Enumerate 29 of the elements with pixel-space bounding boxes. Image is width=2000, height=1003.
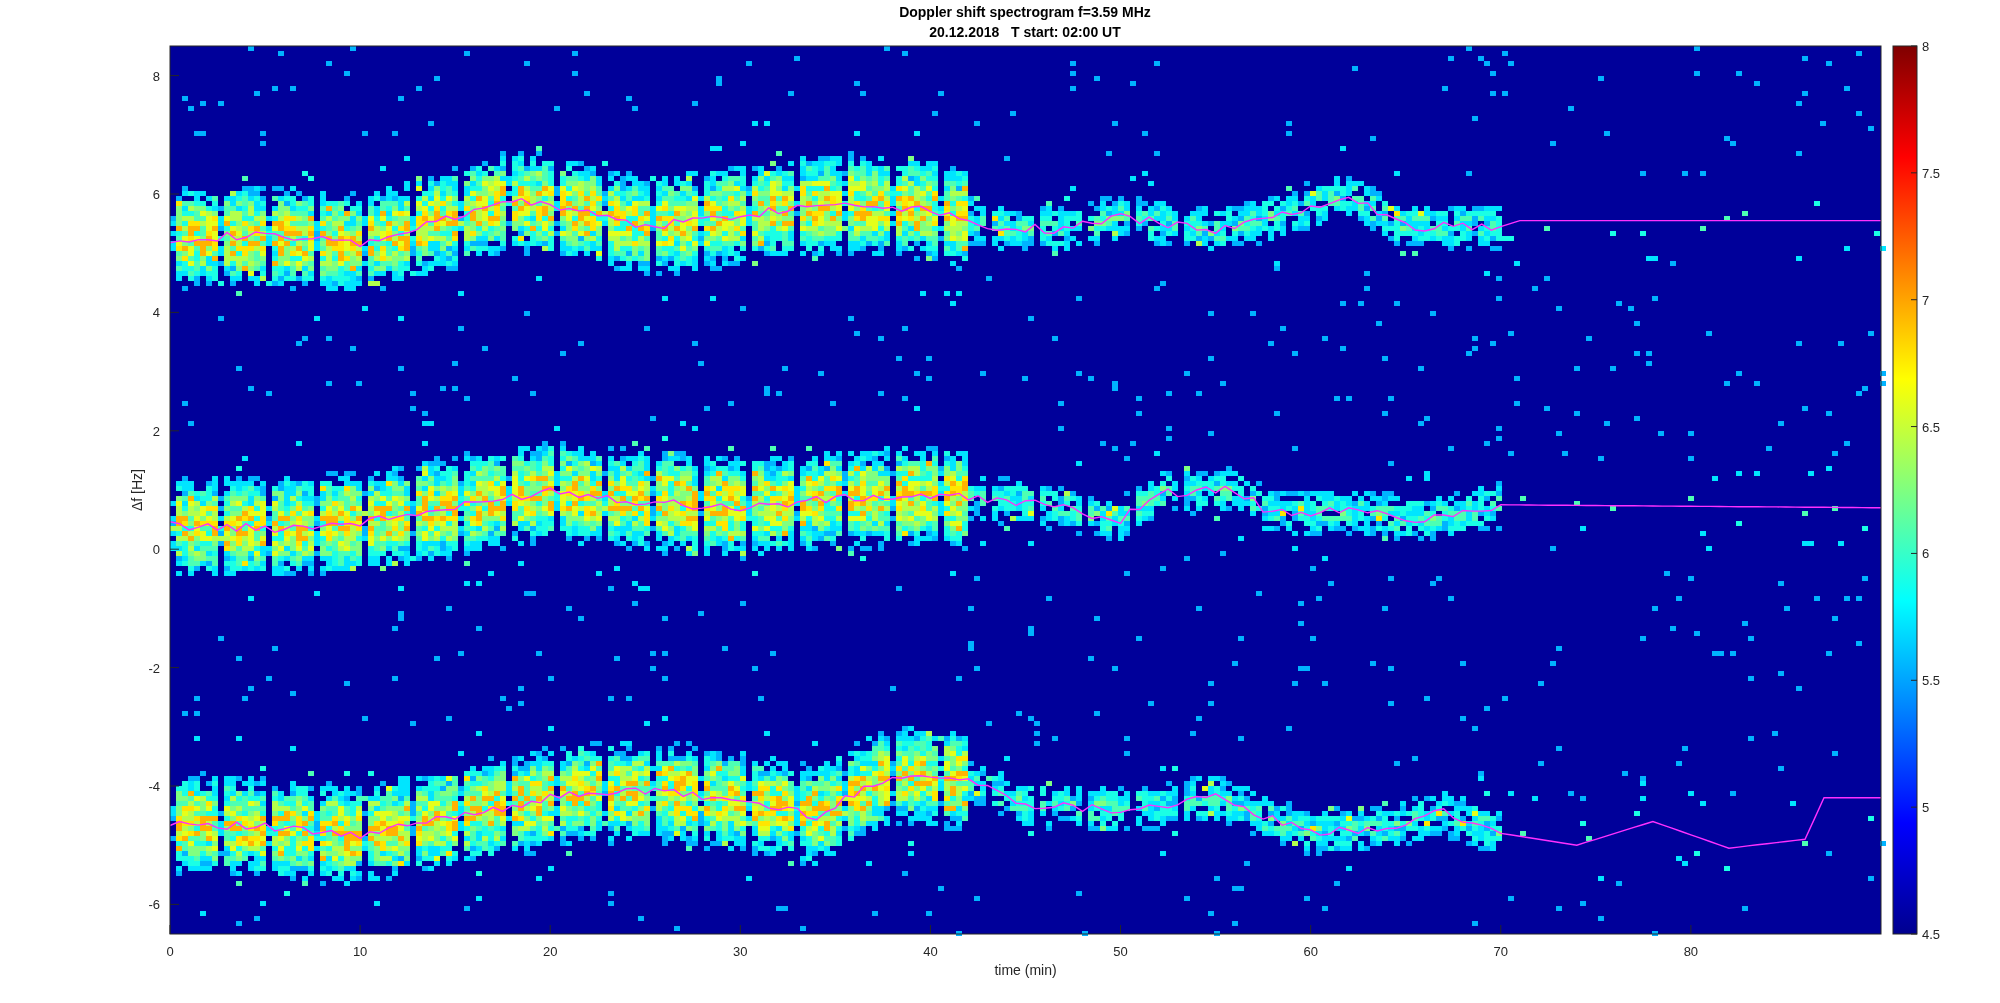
axis-label: Δf [Hz] <box>129 469 145 511</box>
axis-tick-label: 40 <box>923 944 938 959</box>
axis-tick-label: 10 <box>352 944 368 959</box>
axis-tick-label: 8 <box>152 68 160 84</box>
axis-label: time (min) <box>994 962 1057 978</box>
axis-tick-label: 0 <box>152 542 160 558</box>
axis-tick-label: 50 <box>1113 944 1128 959</box>
colorbar-tick-label: 5.5 <box>1922 673 1941 689</box>
colorbar-tick-label: 5 <box>1922 800 1930 816</box>
axis-tick-label: 30 <box>733 944 748 959</box>
colorbar-tick-label: 8 <box>1922 39 1930 54</box>
axis-tick-label: -6 <box>148 897 160 913</box>
axis-tick-label: 0 <box>166 944 174 959</box>
axis-tick-label: 60 <box>1303 944 1318 959</box>
colorbar-tick-label: 4.5 <box>1922 927 1941 942</box>
colorbar-tick-label: 6.5 <box>1922 419 1941 435</box>
axis-tick-label: 2 <box>152 423 160 439</box>
axis-tick-label: 6 <box>152 187 160 202</box>
axis-tick-label: -4 <box>148 779 160 794</box>
axis-tick-label: 4 <box>152 305 160 321</box>
plot-subtitle: 20.12.2018 T start: 02:00 UT <box>929 24 1121 40</box>
axis-tick-label: 80 <box>1683 944 1699 959</box>
plot-title: Doppler shift spectrogram f=3.59 MHz <box>899 4 1151 20</box>
axis-tick-label: 20 <box>543 944 558 959</box>
colorbar-tick-label: 6 <box>1922 546 1930 562</box>
colorbar-tick-label: 7 <box>1922 292 1930 308</box>
axis-tick-label: 70 <box>1493 944 1508 959</box>
colorbar-tick-label: 7.5 <box>1922 165 1941 181</box>
axis-tick-label: -2 <box>148 660 160 676</box>
